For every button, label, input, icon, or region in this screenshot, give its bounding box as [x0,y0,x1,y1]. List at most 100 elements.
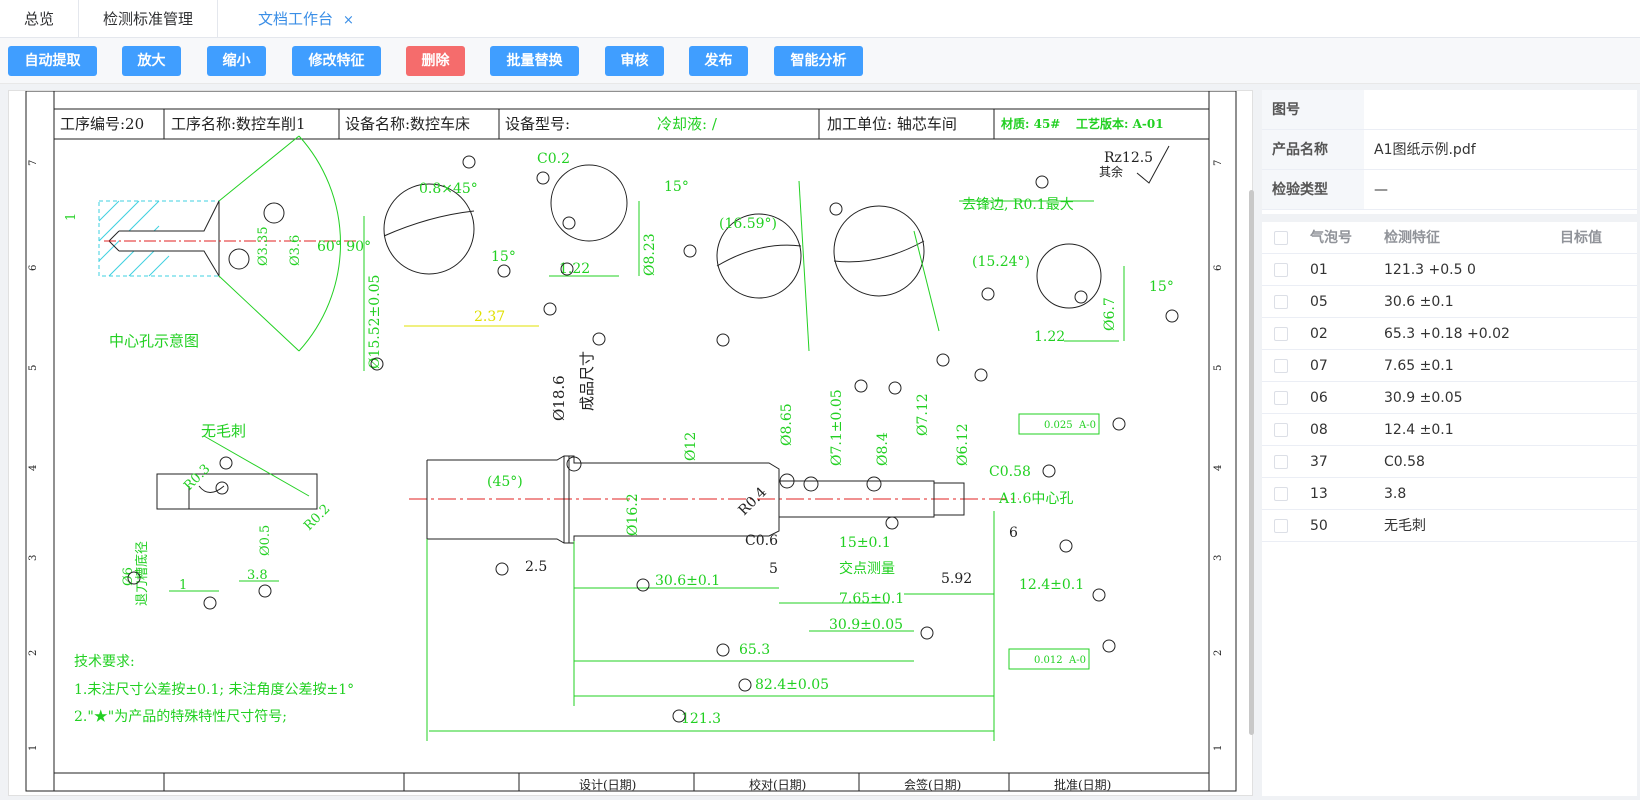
dim-text: 82.4±0.05 [755,677,829,693]
tolerance-frame: 0.025 A-0 0.012 A-0 [1008,413,1100,670]
dim-text: (15.24°) [972,254,1030,270]
dim-text: 1 [64,213,79,221]
feature-cell: 65.3 +0.18 +0.02 [1384,326,1510,342]
roughness-rest-text: 其余 [1099,164,1123,179]
dim-text: R0.4 [736,484,771,519]
dim-text: A-0 [1068,655,1086,666]
target-cell [1560,382,1637,413]
row-checkbox[interactable] [1262,446,1310,477]
bubble-cell: 01 [1310,262,1328,278]
dim-text: Ø6.12 [955,423,971,466]
table-row[interactable]: 05 30.6 ±0.1 [1262,286,1637,318]
groove-section-view: 无毛刺 R0.3 R0.2 Ø0.5 Ø6 退刀槽底径 3.8 1 [121,422,333,606]
dim-text: Ø12 [683,432,699,461]
dim-text: Ø8.65 [779,403,795,446]
tab-workbench[interactable]: 文档工作台 × [218,0,378,38]
info-key: 图号 [1262,90,1364,129]
table-row[interactable]: 02 65.3 +0.18 +0.02 [1262,318,1637,350]
title-block-cell: 批准(日期) [1054,777,1111,792]
dim-text: 30.9±0.05 [829,617,903,633]
target-cell [1560,318,1637,349]
dim-text: C0.6 [745,533,778,549]
main-shaft-view: Ø18.6 成品尺寸 Ø12 Ø16.2 (45°) R0.4 Ø8.65 Ø7… [409,351,1100,741]
batch-replace-button[interactable]: 批量替换 [490,46,579,76]
dim-text: 60° 90° [317,239,371,255]
table-row[interactable]: 37 C0.58 [1262,446,1637,478]
detail-views: C0.2 0.8×45° 15° 15° 1.22 Ø8.23 Ø15.52±0… [363,145,1174,371]
header-feature: 检测特征 [1384,230,1440,246]
center-hole-caption: 中心孔示意图 [109,332,199,350]
center-hole-note: A1.6中心孔 [998,491,1073,507]
table-row[interactable]: 13 3.8 [1262,478,1637,510]
feature-cell: 7.65 ±0.1 [1384,358,1454,374]
svg-text:3: 3 [28,555,39,561]
auto-extract-button[interactable]: 自动提取 [8,46,97,76]
tech-line-2: 2."★"为产品的特殊特性尺寸符号; [74,709,287,725]
title-block-cell: 设计(日期) [579,778,636,792]
row-checkbox[interactable] [1262,286,1310,317]
publish-button[interactable]: 发布 [689,46,748,76]
svg-text:7: 7 [28,160,39,166]
table-row[interactable]: 06 30.9 ±0.05 [1262,382,1637,414]
dim-text: 15° [664,179,689,195]
dim-text: 1 [179,578,187,593]
row-checkbox[interactable] [1262,414,1310,445]
table-row[interactable]: 08 12.4 ±0.1 [1262,414,1637,446]
dim-text: 1.22 [559,261,590,277]
modify-feature-button[interactable]: 修改特征 [292,46,381,76]
row-checkbox[interactable] [1262,254,1310,285]
tab-label: 检测标准管理 [103,10,194,28]
viewer-scrollbar[interactable] [1249,190,1254,735]
close-icon[interactable]: × [343,13,354,28]
target-cell [1560,478,1637,509]
bubble-cell: 07 [1310,358,1328,374]
no-burr-text: 无毛刺 [201,422,246,440]
svg-text:1: 1 [28,745,39,751]
info-panel: 图号 产品名称 A1图纸示例.pdf 检验类型 — [1262,90,1637,214]
material-text: 材质: 45# [1000,116,1060,131]
bubble-cell: 02 [1310,326,1328,342]
dim-text: Ø0.5 [258,525,273,556]
row-checkbox[interactable] [1262,510,1310,541]
svg-text:6: 6 [1213,265,1224,271]
dim-text: Ø6.7 [1102,297,1118,331]
table-row[interactable]: 50 无毛刺 [1262,510,1637,542]
svg-text:5: 5 [1213,365,1224,371]
header-bubble: 气泡号 [1310,230,1352,246]
tab-label: 文档工作台 [258,10,334,28]
bubble-cell: 05 [1310,294,1328,310]
bubble-cell: 50 [1310,518,1328,534]
info-row-drawing-no: 图号 [1262,90,1637,130]
info-key: 检验类型 [1262,170,1364,209]
delete-button[interactable]: 删除 [406,46,465,76]
table-row[interactable]: 01 121.3 +0.5 0 [1262,254,1637,286]
drawing-viewer[interactable]: 7 6 5 4 3 2 1 7 6 5 4 3 2 1 工序编号:20 工序名称… [8,90,1253,796]
row-checkbox[interactable] [1262,478,1310,509]
dim-text: 2.37 [474,309,505,325]
feature-cell: 30.6 ±0.1 [1384,294,1454,310]
table-header: 气泡号 检测特征 目标值 [1262,222,1637,254]
dim-text: (16.59°) [719,216,777,232]
row-checkbox[interactable] [1262,318,1310,349]
dim-text: 1.22 [1034,329,1065,345]
dim-text: (45°) [487,474,523,490]
row-checkbox[interactable] [1262,382,1310,413]
info-row-product-name: 产品名称 A1图纸示例.pdf [1262,130,1637,170]
row-checkbox[interactable] [1262,350,1310,381]
zoom-out-button[interactable]: 缩小 [207,46,266,76]
svg-text:1: 1 [1213,745,1224,751]
table-row[interactable]: 07 7.65 ±0.1 [1262,350,1637,382]
tab-standards[interactable]: 检测标准管理 [79,0,219,38]
dim-text: R0.2 [301,502,333,534]
tab-overview[interactable]: 总览 [0,0,80,38]
bubble-cell: 37 [1310,454,1328,470]
review-button[interactable]: 审核 [605,46,664,76]
dim-text: 5.92 [941,571,972,587]
zoom-in-button[interactable]: 放大 [122,46,181,76]
equip-name-text: 设备名称:数控车床 [345,115,470,133]
dim-text: Ø3.6 [288,235,303,266]
dim-text: C0.58 [989,464,1031,480]
select-all-checkbox[interactable] [1262,222,1310,253]
smart-analysis-button[interactable]: 智能分析 [774,46,863,76]
target-cell [1560,286,1637,317]
